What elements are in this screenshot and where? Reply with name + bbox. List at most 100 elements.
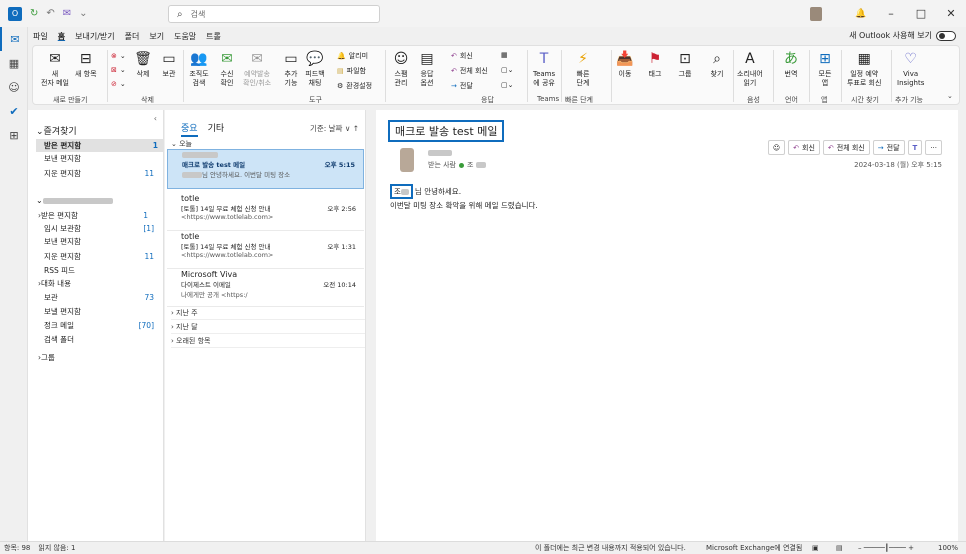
reply-all-button[interactable]: ↶ 전체 회신 xyxy=(451,66,488,76)
mailbox-account[interactable]: ⌄ xyxy=(36,196,113,205)
fav-inbox[interactable]: 받은 편지함 1 xyxy=(36,139,164,152)
new-outlook-toggle[interactable]: 새 Outlook 사용해 보기 xyxy=(849,30,956,41)
zoom-slider[interactable]: – ─────┃──── + xyxy=(858,544,914,552)
section-today[interactable]: ⌄ 오늘 xyxy=(171,139,192,149)
group-older[interactable]: › 오래된 항목 xyxy=(171,335,365,348)
all-apps-button[interactable]: ⊞ 모든 앱 xyxy=(815,50,835,88)
reply-action-button[interactable]: ↶ 회신 xyxy=(788,140,820,155)
notification-bell-icon[interactable]: 🔔 xyxy=(846,9,876,19)
sender-avatar[interactable] xyxy=(400,148,414,172)
people-icon[interactable]: ☺ xyxy=(0,75,28,99)
reply-all-action-button[interactable]: ↶ 전체 회신 xyxy=(822,140,870,155)
cleanup-icon[interactable]: ⊠ ⌄ xyxy=(111,66,126,74)
menu-trol[interactable]: 트롤 xyxy=(201,31,226,42)
mb-junk[interactable]: 정크 메일 [70] xyxy=(44,319,160,332)
mb-drafts[interactable]: 임시 보관함 [1] xyxy=(44,222,160,235)
reply-button[interactable]: ↶ 회신 xyxy=(451,51,473,61)
apps-icon[interactable]: ⊞ xyxy=(0,123,28,147)
message-item[interactable]: totle [토톨] 14일 무료 체험 신청 안내 오후 2:56 <https… xyxy=(167,194,364,231)
junk-icon[interactable]: ⊘ ⌄ xyxy=(111,80,126,88)
customize-toolbar-icon[interactable]: ⌄ xyxy=(79,8,87,19)
translate-button[interactable]: あ 번역 xyxy=(781,50,801,79)
group-last-week[interactable]: › 지난 주 xyxy=(171,307,365,320)
group-btn-label: 그룹 xyxy=(678,70,692,78)
mb-inbox[interactable]: ›받은 편지함 1 xyxy=(38,209,154,222)
menu-view[interactable]: 보기 xyxy=(144,31,169,42)
mb-conversation[interactable]: ›대화 내용 xyxy=(38,277,154,290)
mb-outbox[interactable]: 보낼 편지함 xyxy=(44,305,160,318)
sort-by[interactable]: 기준: 날짜 ∨ ↑ xyxy=(310,123,359,134)
ignore-icon[interactable]: ⊗ ⌄ xyxy=(111,52,126,60)
feedback-button[interactable]: 💬 피드백 채팅 xyxy=(305,50,325,88)
delete-button[interactable]: 🗑 삭제 xyxy=(133,50,153,79)
recipient-name[interactable]: 조 xyxy=(467,160,473,170)
emoji-react-button[interactable]: ☺ xyxy=(767,140,786,155)
share-teams-button[interactable]: T Teams 에 공유 xyxy=(533,50,555,88)
message-item[interactable]: totle [토톨] 14일 무료 체험 신청 안내 오후 1:31 <https… xyxy=(167,232,364,269)
favorites-header[interactable]: ⌄즐겨찾기 xyxy=(36,124,77,137)
mb-search-folders[interactable]: 검색 폴더 xyxy=(44,333,160,346)
menu-help[interactable]: 도움말 xyxy=(169,31,201,42)
add-ins-button[interactable]: ▭ 추가 기능 xyxy=(281,50,301,88)
calendar-icon[interactable]: ▦ xyxy=(0,51,28,75)
meeting-reply-icon[interactable]: ▦ xyxy=(501,51,508,59)
schedule-poll-button[interactable]: ▦ 일정 예약 투표로 회신 xyxy=(847,50,881,88)
group-last-month[interactable]: › 지난 달 xyxy=(171,321,365,334)
archive-button[interactable]: ▭ 보관 xyxy=(159,50,179,79)
settings-button[interactable]: ⚙ 환경설정 xyxy=(337,81,372,91)
mb-rss[interactable]: RSS 피드 xyxy=(44,264,160,277)
im-reply-icon[interactable]: ▢⌄ xyxy=(501,66,513,74)
fav-sent[interactable]: 보낸 편지함 xyxy=(44,152,160,165)
forward-button[interactable]: → 전달 xyxy=(451,81,473,91)
collapse-ribbon-icon[interactable]: ⌄ xyxy=(947,92,953,100)
more-actions-button[interactable]: ··· xyxy=(925,140,942,155)
mb-deleted[interactable]: 지운 편지함 11 xyxy=(44,250,160,263)
collapse-folder-pane-icon[interactable]: ‹ xyxy=(154,114,157,123)
account-avatar[interactable] xyxy=(810,6,822,21)
tag-button[interactable]: ⚑ 태그 xyxy=(645,50,665,79)
group-button[interactable]: ⊡ 그룹 xyxy=(675,50,695,79)
normal-view-icon[interactable]: ▣ xyxy=(812,544,819,552)
groups-header[interactable]: ›그룹 xyxy=(38,352,55,363)
search-input[interactable]: ⌕ 검색 xyxy=(168,5,380,23)
tab-focused[interactable]: 중요 xyxy=(181,121,198,137)
tab-other[interactable]: 기타 xyxy=(208,121,225,137)
mb-archive[interactable]: 보관 73 xyxy=(44,291,160,304)
viva-insights-button[interactable]: ♡ Viva Insights xyxy=(897,50,924,88)
reading-view-icon[interactable]: ▤ xyxy=(836,544,843,552)
teams-share-action-button[interactable]: T xyxy=(907,140,923,155)
find-button[interactable]: ⌕ 찾기 xyxy=(707,50,727,79)
fav-deleted[interactable]: 지운 편지함 11 xyxy=(44,167,160,180)
forward-action-button[interactable]: → 전달 xyxy=(872,140,905,155)
minimize-button[interactable]: – xyxy=(876,7,906,20)
menu-file[interactable]: 파일 xyxy=(28,31,53,42)
schedule-send-button[interactable]: ✉ 예약발송 확인/취소 xyxy=(243,50,271,88)
send-receive-icon[interactable]: ✉ xyxy=(63,8,71,19)
org-search-button[interactable]: 👥 조직도 검색 xyxy=(189,50,209,88)
mail-icon[interactable]: ✉ xyxy=(0,27,28,51)
new-item-button[interactable]: ⊟ 새 항목 xyxy=(75,50,97,79)
quick-steps-button[interactable]: ⚡ 빠른 단계 xyxy=(573,50,593,88)
maximize-button[interactable]: □ xyxy=(906,7,936,20)
message-item[interactable]: 매크로 발송 test 메일 오후 5:15 님 안녕하세요. 이번달 미팅 장소 xyxy=(167,149,364,189)
new-mail-button[interactable]: ✉ 새 전자 메일 xyxy=(41,50,69,88)
file-box-button[interactable]: ▤ 파일함 xyxy=(337,66,366,76)
notify-button[interactable]: 🔔 알리미 xyxy=(337,51,368,61)
toggle-switch[interactable] xyxy=(936,30,956,41)
close-button[interactable]: ✕ xyxy=(936,7,966,20)
accept-button[interactable]: ✉ 수신 확인 xyxy=(217,50,237,88)
todo-icon[interactable]: ✔ xyxy=(0,99,28,123)
spam-button[interactable]: ☺ 스팸 관리 xyxy=(391,50,411,88)
undo-icon[interactable]: ↶ xyxy=(46,8,54,19)
menu-send-receive[interactable]: 보내기/받기 xyxy=(70,31,120,42)
response-options-button[interactable]: ▤ 응답 옵션 xyxy=(417,50,437,88)
read-aloud-button[interactable]: A 소리내어 읽기 xyxy=(737,50,763,88)
menu-folder[interactable]: 폴더 xyxy=(120,31,145,42)
sender-name[interactable] xyxy=(428,148,452,157)
refresh-icon[interactable]: ↻ xyxy=(30,8,38,19)
move-button[interactable]: 📥 이동 xyxy=(615,50,635,79)
menu-home[interactable]: 홈 xyxy=(53,31,70,42)
more-reply-icon[interactable]: ▢⌄ xyxy=(501,81,513,89)
mb-sent[interactable]: 보낸 편지함 xyxy=(44,235,160,248)
message-item[interactable]: Microsoft Viva 다이제스트 이메일 오전 10:14 나에게만 공개… xyxy=(167,270,364,307)
